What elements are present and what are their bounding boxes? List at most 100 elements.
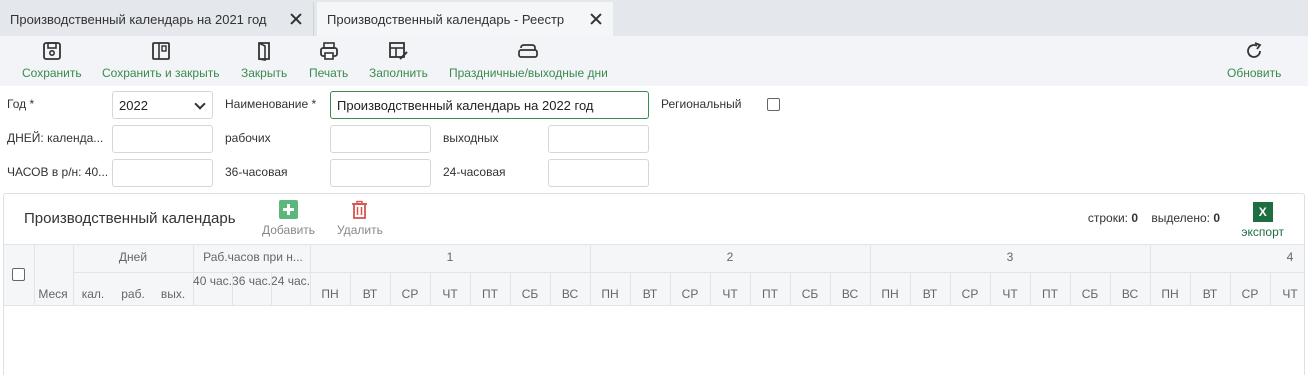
- close-icon[interactable]: [289, 12, 303, 26]
- days-calendar-input[interactable]: [112, 125, 213, 153]
- select-all-checkbox[interactable]: [12, 268, 25, 281]
- regional-label: Региональный: [661, 97, 742, 111]
- weekday-column[interactable]: ВС: [1110, 287, 1150, 301]
- weekday-column[interactable]: СР: [390, 287, 430, 301]
- export-button[interactable]: X экспорт: [1241, 202, 1284, 239]
- weekday-column[interactable]: ВС: [830, 287, 870, 301]
- holidays-button[interactable]: Праздничные/выходные дни: [449, 40, 608, 82]
- weekday-column[interactable]: СБ: [790, 287, 830, 301]
- weekday-column[interactable]: ПТ: [1030, 287, 1070, 301]
- working-days-input[interactable]: [330, 125, 431, 153]
- weekday-column[interactable]: ВТ: [1190, 287, 1230, 301]
- column-divider: [1230, 272, 1231, 307]
- weekend-days-input[interactable]: [548, 125, 649, 153]
- weekday-column[interactable]: ВТ: [910, 287, 950, 301]
- hours-24-input[interactable]: [548, 159, 649, 187]
- column-divider: [1190, 272, 1191, 307]
- save-button[interactable]: Сохранить: [22, 40, 82, 82]
- working-days-label: рабочих: [225, 131, 271, 145]
- print-button[interactable]: Печать: [309, 40, 348, 82]
- name-value: Производственный календарь на 2022 год: [337, 97, 594, 113]
- toolbar: Сохранить Сохранить и закрыть Закрыть Пе…: [0, 36, 1308, 86]
- year-select[interactable]: 2022: [112, 91, 213, 119]
- column-hours-sub[interactable]: 36 час.: [232, 275, 271, 288]
- week-group-header: 4: [1286, 250, 1294, 264]
- rows-label: строки:: [1087, 211, 1128, 225]
- weekday-column[interactable]: СБ: [510, 287, 550, 301]
- refresh-button[interactable]: Обновить: [1227, 40, 1281, 82]
- column-divider: [830, 272, 831, 307]
- close-button[interactable]: Закрыть: [241, 40, 287, 82]
- sofa-icon: [518, 44, 539, 58]
- name-input[interactable]: Производственный календарь на 2022 год: [330, 91, 649, 119]
- column-month[interactable]: Меся: [34, 287, 72, 301]
- weekday-column[interactable]: СБ: [1070, 287, 1110, 301]
- weekday-column[interactable]: ВТ: [350, 287, 390, 301]
- column-divider: [910, 272, 911, 307]
- add-label: Добавить: [262, 223, 316, 237]
- weekday-column[interactable]: СР: [1230, 287, 1270, 301]
- weekday-column[interactable]: ПТ: [750, 287, 790, 301]
- tab-label: Производственный календарь на 2021 год: [10, 11, 267, 27]
- weekday-column[interactable]: ЧТ: [710, 287, 750, 301]
- save-icon: [42, 42, 61, 60]
- plus-icon: [279, 200, 299, 219]
- fill-label: Заполнить: [369, 66, 428, 80]
- save-close-label: Сохранить и закрыть: [102, 66, 220, 80]
- printer-icon: [319, 42, 338, 60]
- calendar-grid-panel: Производственный календарь Добавить Удал…: [3, 193, 1305, 375]
- weekday-column[interactable]: ЧТ: [1270, 287, 1304, 301]
- rows-value: 0: [1131, 211, 1139, 225]
- column-divider: [470, 272, 471, 307]
- tab-calendar-registry[interactable]: Производственный календарь - Реестр: [317, 2, 613, 36]
- week-group-header: 2: [726, 250, 734, 264]
- row-counts: строки: 0 выделено: 0: [1088, 211, 1220, 225]
- weekday-column[interactable]: ПН: [1150, 287, 1190, 301]
- weekday-column[interactable]: СР: [950, 287, 990, 301]
- fill-button[interactable]: Заполнить: [369, 40, 428, 82]
- weekday-column[interactable]: ВС: [550, 287, 590, 301]
- column-divider: [390, 272, 391, 307]
- column-divider: [1030, 272, 1031, 307]
- hours-40-input[interactable]: [112, 159, 213, 187]
- grid-title: Производственный календарь: [24, 210, 236, 227]
- selected-label: выделено:: [1151, 211, 1210, 225]
- column-days-sub[interactable]: кал.: [73, 287, 113, 301]
- column-divider: [750, 272, 751, 307]
- column-days-sub[interactable]: вых.: [153, 287, 193, 301]
- hours-36-input[interactable]: [330, 159, 431, 187]
- tab-label: Производственный календарь - Реестр: [327, 11, 565, 27]
- weekday-column[interactable]: ЧТ: [990, 287, 1030, 301]
- tab-bar: Производственный календарь на 2021 год П…: [0, 0, 1308, 36]
- save-and-close-button[interactable]: Сохранить и закрыть: [102, 40, 219, 82]
- tab-calendar-2021[interactable]: Производственный календарь на 2021 год: [0, 2, 314, 36]
- delete-label: Удалить: [337, 223, 383, 237]
- hours-24-label: 24-часовая: [443, 165, 506, 179]
- column-divider: [550, 272, 551, 307]
- refresh-icon: [1247, 42, 1262, 58]
- group-days: Дней: [118, 250, 148, 264]
- column-days-sub[interactable]: раб.: [113, 287, 153, 301]
- column-divider: [271, 272, 272, 307]
- weekday-column[interactable]: ПН: [870, 287, 910, 301]
- year-value: 2022: [119, 97, 148, 113]
- regional-checkbox[interactable]: [767, 98, 780, 111]
- delete-button[interactable]: Удалить: [337, 200, 383, 237]
- column-hours-sub[interactable]: 24 час.: [271, 275, 310, 288]
- weekday-column[interactable]: СР: [670, 287, 710, 301]
- column-divider: [790, 272, 791, 307]
- selected-value: 0: [1213, 211, 1220, 225]
- weekday-column[interactable]: ВТ: [630, 287, 670, 301]
- weekday-column[interactable]: ЧТ: [430, 287, 470, 301]
- fill-table-icon: [389, 42, 409, 60]
- column-divider: [350, 272, 351, 307]
- weekday-column[interactable]: ПН: [590, 287, 630, 301]
- close-icon[interactable]: [589, 12, 603, 26]
- weekday-column[interactable]: ПТ: [470, 287, 510, 301]
- holidays-label: Праздничные/выходные дни: [449, 66, 608, 80]
- add-button[interactable]: Добавить: [262, 200, 315, 237]
- weekday-column[interactable]: ПН: [310, 287, 350, 301]
- column-hours-sub[interactable]: 40 час.: [193, 275, 232, 288]
- column-divider: [1270, 272, 1271, 307]
- print-label: Печать: [309, 66, 349, 80]
